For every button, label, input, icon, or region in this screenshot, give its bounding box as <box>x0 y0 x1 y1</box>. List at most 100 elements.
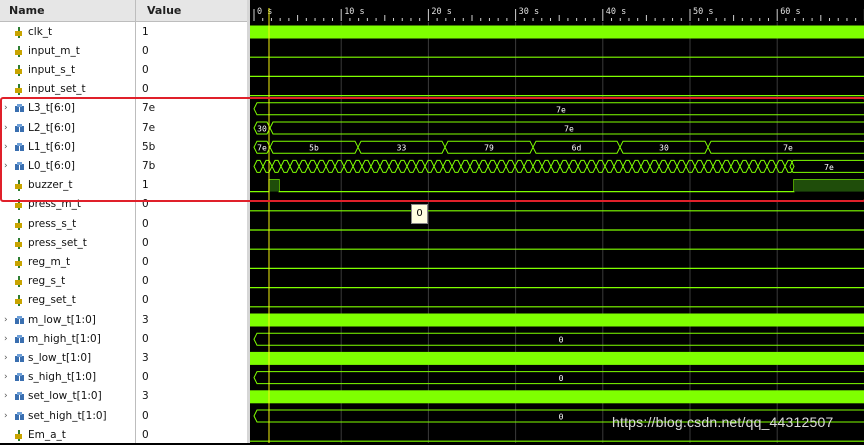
signal-value: 0 <box>142 63 149 76</box>
bit-signal-icon <box>15 64 22 76</box>
signal-name-column: clk_t input_m_t input_s_t input_set_t › L3_t[… <box>0 22 135 443</box>
signal-row[interactable]: › L3_t[6:0] <box>0 99 135 118</box>
signal-row[interactable]: input_m_t <box>0 42 135 61</box>
bit-wave-high-fill <box>794 179 864 192</box>
signal-name: reg_set_t <box>28 294 76 307</box>
signal-value: 0 <box>142 275 149 288</box>
time-ruler <box>250 0 864 21</box>
signal-row[interactable]: › L2_t[6:0] <box>0 119 135 138</box>
bus-signal-icon <box>15 104 24 113</box>
expand-chevron-icon[interactable]: › <box>4 138 12 157</box>
signal-row[interactable]: input_s_t <box>0 61 135 80</box>
signal-row[interactable]: › s_high_t[1:0] <box>0 368 135 387</box>
signal-name: L3_t[6:0] <box>28 102 75 115</box>
bus-signal-icon <box>15 411 24 420</box>
signal-name: set_low_t[1:0] <box>28 390 102 403</box>
signal-row[interactable]: reg_set_t <box>0 291 135 310</box>
bus-signal-icon <box>15 392 24 401</box>
bus-segment <box>316 159 327 173</box>
bus-segment <box>298 159 309 173</box>
bit-signal-icon <box>15 180 22 192</box>
waveform-pane[interactable]: 0 s 10 s 20 s 30 s 40 s 50 s 60 s 7e 30 7e 7e 5b 33 7… <box>250 0 864 443</box>
signal-value: 1 <box>142 25 149 38</box>
bus-segment <box>757 159 768 173</box>
bit-signal-icon <box>15 199 22 211</box>
ruler-tick-label: 0 s <box>257 7 272 17</box>
signal-name: input_set_t <box>28 83 86 96</box>
signal-row[interactable]: reg_m_t <box>0 253 135 272</box>
bus-segment <box>253 159 264 173</box>
bus-segment <box>262 159 273 173</box>
signal-value: 0 <box>142 428 149 441</box>
expand-chevron-icon[interactable]: › <box>4 157 12 176</box>
signal-row[interactable]: press_s_t <box>0 215 135 234</box>
signal-row[interactable]: › s_low_t[1:0] <box>0 349 135 368</box>
value-column-header[interactable]: Value <box>147 0 181 21</box>
bus-segment <box>505 159 516 173</box>
signal-row[interactable]: clk_t <box>0 23 135 42</box>
bit-signal-icon <box>15 256 22 268</box>
signal-row[interactable]: Em_a_t <box>0 426 135 445</box>
bus-segment <box>280 159 291 173</box>
signal-row[interactable]: › set_high_t[1:0] <box>0 407 135 426</box>
bus-segment <box>361 159 372 173</box>
bit-signal-icon <box>15 218 22 230</box>
bus-segment <box>631 159 642 173</box>
signal-row[interactable]: › L1_t[6:0] <box>0 138 135 157</box>
signal-row[interactable]: input_set_t <box>0 80 135 99</box>
expand-chevron-icon[interactable]: › <box>4 387 12 406</box>
signal-row[interactable]: › m_low_t[1:0] <box>0 311 135 330</box>
expand-chevron-icon[interactable]: › <box>4 368 12 387</box>
bus-value-label: 30 <box>257 125 267 134</box>
bit-signal-icon <box>15 45 22 57</box>
signal-value: 0 <box>142 236 149 249</box>
signal-row[interactable]: press_set_t <box>0 234 135 253</box>
expand-chevron-icon[interactable]: › <box>4 349 12 368</box>
signal-row[interactable]: press_m_t <box>0 195 135 214</box>
expand-chevron-icon[interactable]: › <box>4 330 12 349</box>
bus-segment <box>613 159 624 173</box>
bus-segment <box>388 159 399 173</box>
signal-value: 3 <box>142 313 149 326</box>
bus-segment <box>640 159 651 173</box>
expand-chevron-icon[interactable]: › <box>4 99 12 118</box>
bus-segment <box>424 159 435 173</box>
bus-segment <box>451 159 462 173</box>
signal-value: 0 <box>142 198 149 211</box>
bit-wave-high <box>250 313 864 327</box>
expand-chevron-icon[interactable]: › <box>4 407 12 426</box>
bus-segment <box>694 159 705 173</box>
signal-row[interactable]: › m_high_t[1:0] <box>0 330 135 349</box>
bit-wave-high-fill <box>269 179 279 192</box>
expand-chevron-icon[interactable]: › <box>4 311 12 330</box>
signal-name: press_set_t <box>28 236 87 249</box>
bus-segment <box>352 159 363 173</box>
ruler-tick-label: 30 s <box>519 7 539 17</box>
bus-segment <box>478 159 489 173</box>
bus-segment <box>523 159 534 173</box>
signal-name: Em_a_t <box>28 428 66 441</box>
bus-value-label: 79 <box>484 144 494 153</box>
bus-segment <box>568 159 579 173</box>
bus-segment <box>766 159 777 173</box>
bit-signal-icon <box>15 295 22 307</box>
signal-row[interactable]: › L0_t[6:0] <box>0 157 135 176</box>
signal-value: 7e <box>142 121 156 134</box>
signal-row[interactable]: › set_low_t[1:0] <box>0 387 135 406</box>
signal-name: s_high_t[1:0] <box>28 371 97 384</box>
signal-row[interactable]: reg_s_t <box>0 272 135 291</box>
name-column-header[interactable]: Name <box>9 0 45 21</box>
signal-row[interactable]: buzzer_t <box>0 176 135 195</box>
bus-segment <box>649 159 660 173</box>
bit-wave-buzzer <box>250 179 864 193</box>
signal-name: buzzer_t <box>28 179 73 192</box>
bus-segment <box>748 159 759 173</box>
bus-segment <box>559 159 570 173</box>
expand-chevron-icon[interactable]: › <box>4 119 12 138</box>
bus-segment <box>487 159 498 173</box>
bus-segment <box>514 159 525 173</box>
bus-segment <box>379 159 390 173</box>
bus-signal-icon <box>15 315 24 324</box>
signal-value: 5b <box>142 140 156 153</box>
column-divider[interactable] <box>135 0 136 443</box>
